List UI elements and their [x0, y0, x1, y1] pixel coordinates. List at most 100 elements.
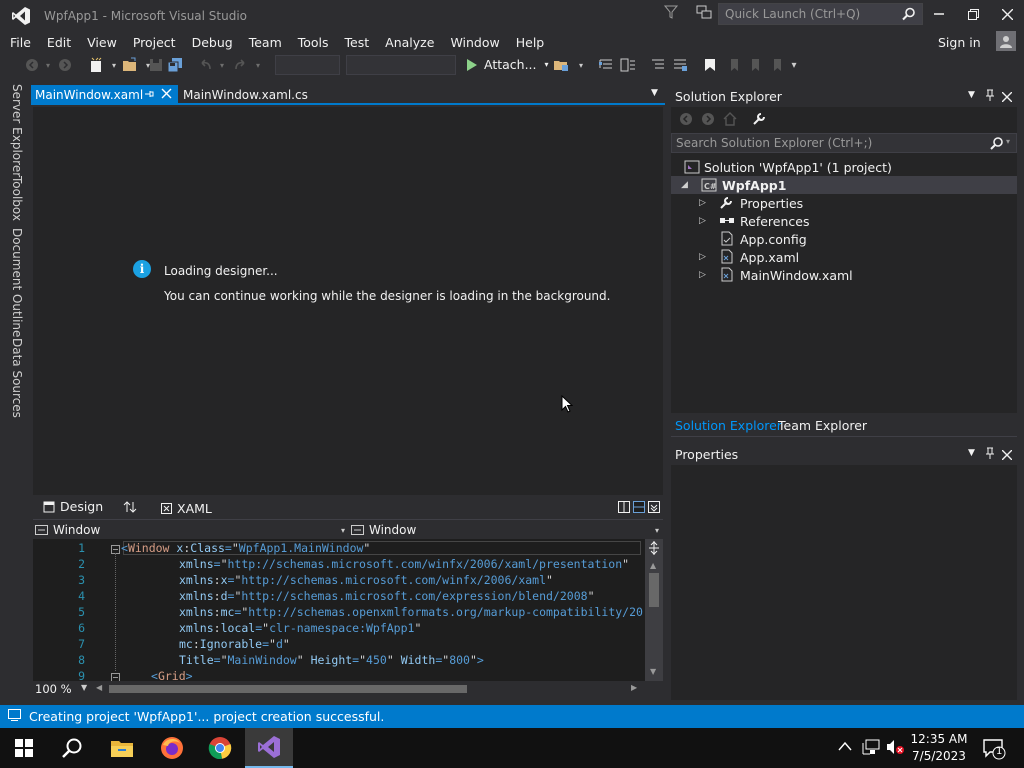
tab-solution-explorer[interactable]: Solution Explorer — [675, 418, 782, 433]
account-avatar-icon[interactable] — [996, 31, 1016, 51]
close-icon[interactable] — [1001, 90, 1013, 105]
new-project-icon[interactable] — [88, 57, 104, 73]
scroll-thumb[interactable] — [649, 573, 659, 607]
redo-icon[interactable] — [232, 57, 248, 73]
attach-dropdown-icon[interactable]: ▾ — [545, 60, 549, 69]
menu-debug[interactable]: Debug — [184, 35, 241, 50]
menu-window[interactable]: Window — [442, 35, 507, 50]
minimize-button[interactable] — [922, 0, 956, 28]
toolbar-overflow-icon[interactable]: ▾ — [786, 57, 802, 73]
visual-studio-taskbar-button[interactable] — [245, 728, 293, 768]
tree-app-config[interactable]: App.config — [671, 230, 1017, 248]
pin-icon[interactable] — [143, 88, 155, 103]
scroll-left-icon[interactable]: ◀ — [96, 683, 102, 692]
menu-team[interactable]: Team — [241, 35, 290, 50]
file-explorer-button[interactable] — [98, 728, 146, 768]
design-tab[interactable]: Design — [43, 499, 103, 514]
zoom-level[interactable]: 100 % — [35, 682, 72, 696]
collapsed-arrow-icon[interactable]: ▷ — [699, 270, 706, 280]
scroll-down-icon[interactable]: ▼ — [650, 667, 656, 676]
horizontal-scroll-thumb[interactable] — [109, 685, 467, 693]
browse-folder-icon[interactable] — [553, 57, 569, 73]
menu-project[interactable]: Project — [125, 35, 184, 50]
search-button[interactable] — [48, 728, 96, 768]
close-button[interactable] — [990, 0, 1024, 28]
xaml-tab[interactable]: XAML — [161, 501, 212, 516]
feedback-filter-icon[interactable] — [663, 5, 679, 22]
menu-view[interactable]: View — [79, 35, 125, 50]
element-combo-left[interactable]: Window ▾ — [35, 522, 345, 538]
solution-explorer-search[interactable]: Search Solution Explorer (Ctrl+;) ▾ — [671, 133, 1017, 153]
pane-menu-icon[interactable]: ▼ — [968, 448, 975, 458]
undo-dropdown-icon[interactable]: ▾ — [214, 57, 230, 73]
bookmark-icon[interactable] — [702, 57, 718, 73]
close-icon[interactable] — [1001, 448, 1013, 463]
system-clock[interactable]: 12:35 AM 7/5/2023 — [906, 731, 972, 765]
firefox-button[interactable] — [148, 728, 196, 768]
tab-document-outline[interactable]: Document Outline — [10, 228, 24, 337]
pin-icon[interactable] — [985, 89, 995, 104]
tree-project[interactable]: ◢ C# WpfApp1 — [671, 176, 1017, 194]
start-button[interactable] — [0, 728, 48, 768]
back-dropdown-icon[interactable]: ▾ — [40, 57, 56, 73]
navigate-forward-icon[interactable] — [57, 57, 73, 73]
tab-mainwindow-xaml-cs[interactable]: MainWindow.xaml.cs — [183, 85, 308, 105]
comment-lines-icon[interactable] — [650, 57, 666, 73]
menu-file[interactable]: File — [0, 35, 39, 50]
prev-bookmark-icon[interactable] — [726, 57, 742, 73]
step-over-icon[interactable] — [620, 57, 636, 73]
menu-edit[interactable]: Edit — [39, 35, 79, 50]
swap-panes-icon[interactable] — [123, 500, 137, 514]
element-combo-right[interactable]: Window ▾ — [351, 522, 661, 538]
step-into-icon[interactable] — [598, 57, 614, 73]
tree-mainwindow-xaml[interactable]: ▷ MainWindow.xaml — [671, 266, 1017, 284]
navigate-back-icon[interactable] — [24, 57, 40, 73]
volume-muted-icon[interactable] — [886, 739, 904, 758]
platform-combo[interactable] — [346, 55, 456, 75]
tab-list-dropdown-icon[interactable]: ▼ — [651, 88, 658, 98]
collapsed-arrow-icon[interactable]: ▷ — [699, 252, 706, 262]
zoom-dropdown-icon[interactable]: ▼ — [81, 683, 87, 692]
scroll-right-icon[interactable]: ▶ — [631, 683, 637, 692]
sign-in-link[interactable]: Sign in — [938, 35, 981, 50]
back-icon[interactable] — [679, 112, 693, 129]
tab-toolbox[interactable]: Toolbox — [10, 176, 24, 221]
open-file-icon[interactable] — [122, 57, 138, 73]
new-dropdown-icon[interactable]: ▾ — [106, 57, 122, 73]
xaml-code-editor[interactable]: 1 2 3 4 5 6 7 8 9 <Window x:Class="WpfAp… — [33, 539, 645, 681]
menu-test[interactable]: Test — [337, 35, 378, 50]
save-all-icon[interactable] — [167, 57, 183, 73]
quick-launch-input[interactable]: Quick Launch (Ctrl+Q) — [718, 3, 923, 25]
undo-icon[interactable] — [198, 57, 214, 73]
remote-connect-icon[interactable] — [696, 5, 712, 22]
uncomment-lines-icon[interactable] — [672, 57, 688, 73]
horizontal-split-icon[interactable] — [633, 501, 645, 516]
search-options-icon[interactable]: ▾ — [1006, 137, 1010, 146]
tree-solution[interactable]: Solution 'WpfApp1' (1 project) — [671, 158, 1017, 176]
tree-references[interactable]: ▷ References — [671, 212, 1017, 230]
menu-tools[interactable]: Tools — [290, 35, 337, 50]
forward-icon[interactable] — [701, 112, 715, 129]
configuration-combo[interactable] — [275, 55, 340, 75]
home-icon[interactable] — [723, 112, 737, 129]
tree-app-xaml[interactable]: ▷ App.xaml — [671, 248, 1017, 266]
save-icon[interactable] — [148, 57, 164, 73]
scroll-up-icon[interactable]: ▲ — [650, 561, 656, 570]
collapsed-arrow-icon[interactable]: ▷ — [699, 198, 706, 208]
close-tab-icon[interactable] — [161, 88, 172, 102]
pane-menu-icon[interactable]: ▼ — [968, 90, 975, 100]
chrome-button[interactable] — [196, 728, 244, 768]
network-icon[interactable] — [862, 739, 880, 758]
browse-dropdown-icon[interactable]: ▾ — [573, 57, 589, 73]
pin-icon[interactable] — [985, 447, 995, 462]
collapsed-arrow-icon[interactable]: ▷ — [699, 216, 706, 226]
restore-button[interactable] — [956, 0, 990, 28]
editor-vertical-scrollbar[interactable]: ▲ ▼ — [645, 539, 663, 681]
next-bookmark-icon[interactable] — [748, 57, 764, 73]
show-hidden-icons-icon[interactable] — [838, 740, 852, 754]
redo-dropdown-icon[interactable]: ▾ — [250, 57, 266, 73]
attach-button[interactable]: Attach... ▾ — [466, 57, 549, 72]
tree-properties[interactable]: ▷ Properties — [671, 194, 1017, 212]
menu-analyze[interactable]: Analyze — [377, 35, 442, 50]
menu-help[interactable]: Help — [508, 35, 553, 50]
